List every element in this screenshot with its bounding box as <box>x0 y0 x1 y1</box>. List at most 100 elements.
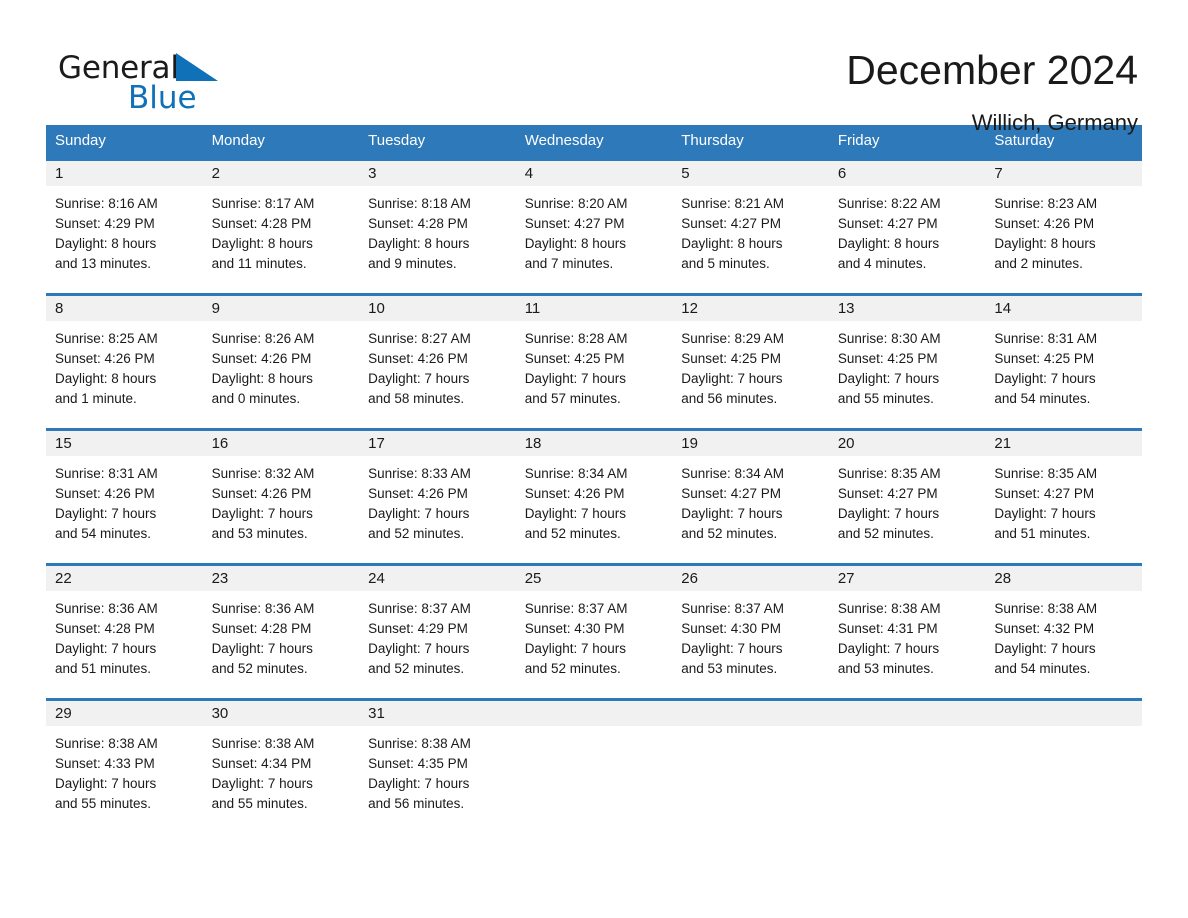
day-cell[interactable]: 15 Sunrise: 8:31 AM Sunset: 4:26 PM Dayl… <box>46 428 203 565</box>
day-cell[interactable]: 11 Sunrise: 8:28 AM Sunset: 4:25 PM Dayl… <box>515 293 673 430</box>
day-details: Sunrise: 8:36 AM Sunset: 4:28 PM Dayligh… <box>46 591 203 679</box>
daylight-text-line1: Daylight: 7 hours <box>524 641 626 656</box>
week-row: 15 Sunrise: 8:31 AM Sunset: 4:26 PM Dayl… <box>46 428 1142 565</box>
sunrise-sunset-calendar: Sunday Monday Tuesday Wednesday Thursday… <box>46 125 1142 833</box>
daylight-text-line2: and 55 minutes. <box>837 391 934 406</box>
day-details: Sunrise: 8:38 AM Sunset: 4:32 PM Dayligh… <box>985 591 1142 679</box>
logo-text-blue: Blue <box>128 80 197 116</box>
daylight-text-line2: and 9 minutes. <box>368 256 457 271</box>
week-row: 22 Sunrise: 8:36 AM Sunset: 4:28 PM Dayl… <box>46 563 1142 700</box>
day-details: Sunrise: 8:37 AM Sunset: 4:30 PM Dayligh… <box>672 591 829 679</box>
day-details: Sunrise: 8:31 AM Sunset: 4:26 PM Dayligh… <box>46 456 203 544</box>
sunset-text: Sunset: 4:26 PM <box>368 351 468 366</box>
day-cell[interactable]: 5 Sunrise: 8:21 AM Sunset: 4:27 PM Dayli… <box>672 158 829 295</box>
sunset-text: Sunset: 4:27 PM <box>681 486 782 501</box>
day-cell[interactable]: 22 Sunrise: 8:36 AM Sunset: 4:28 PM Dayl… <box>46 563 203 700</box>
day-cell[interactable]: 24 Sunrise: 8:37 AM Sunset: 4:29 PM Dayl… <box>359 563 516 700</box>
sunset-text: Sunset: 4:25 PM <box>994 351 1095 366</box>
daylight-text-line2: and 52 minutes. <box>681 526 778 541</box>
daylight-text-line1: Daylight: 7 hours <box>681 371 783 386</box>
daylight-text-line2: and 54 minutes. <box>994 391 1091 406</box>
day-details: Sunrise: 8:31 AM Sunset: 4:25 PM Dayligh… <box>985 321 1142 409</box>
sunrise-text: Sunrise: 8:38 AM <box>837 601 941 616</box>
day-details: Sunrise: 8:18 AM Sunset: 4:28 PM Dayligh… <box>359 186 516 274</box>
day-details <box>985 726 1142 734</box>
sunrise-text: Sunrise: 8:38 AM <box>211 736 315 751</box>
day-cell[interactable]: 7 Sunrise: 8:23 AM Sunset: 4:26 PM Dayli… <box>985 158 1142 295</box>
day-number: 23 <box>202 566 360 591</box>
daylight-text-line2: and 52 minutes. <box>211 661 308 676</box>
sunset-text: Sunset: 4:29 PM <box>368 621 468 636</box>
day-cell[interactable]: 9 Sunrise: 8:26 AM Sunset: 4:26 PM Dayli… <box>202 293 360 430</box>
sunrise-text: Sunrise: 8:23 AM <box>994 196 1098 211</box>
daylight-text-line2: and 54 minutes. <box>994 661 1091 676</box>
day-number: 24 <box>359 566 516 591</box>
daylight-text-line2: and 11 minutes. <box>211 256 307 271</box>
sunrise-text: Sunrise: 8:22 AM <box>837 196 941 211</box>
day-cell[interactable]: 6 Sunrise: 8:22 AM Sunset: 4:27 PM Dayli… <box>828 158 986 295</box>
sunset-text: Sunset: 4:26 PM <box>211 351 312 366</box>
day-details: Sunrise: 8:20 AM Sunset: 4:27 PM Dayligh… <box>516 186 673 274</box>
daylight-text-line1: Daylight: 8 hours <box>368 236 470 251</box>
daylight-text-line2: and 52 minutes. <box>368 661 465 676</box>
day-cell[interactable]: 26 Sunrise: 8:37 AM Sunset: 4:30 PM Dayl… <box>672 563 829 700</box>
sunset-text: Sunset: 4:26 PM <box>211 486 312 501</box>
sunrise-text: Sunrise: 8:17 AM <box>211 196 315 211</box>
day-cell[interactable]: 8 Sunrise: 8:25 AM Sunset: 4:26 PM Dayli… <box>46 293 203 430</box>
day-cell[interactable]: 4 Sunrise: 8:20 AM Sunset: 4:27 PM Dayli… <box>515 158 673 295</box>
daylight-text-line1: Daylight: 7 hours <box>837 641 940 656</box>
calendar-page: General Blue December 2024 Willich, Germ… <box>0 0 1188 918</box>
day-details: Sunrise: 8:37 AM Sunset: 4:30 PM Dayligh… <box>516 591 673 679</box>
daylight-text-line2: and 2 minutes. <box>994 256 1083 271</box>
day-number: 27 <box>828 566 986 591</box>
sunrise-text: Sunrise: 8:36 AM <box>211 601 315 616</box>
day-number: 29 <box>46 701 203 726</box>
day-cell[interactable]: 25 Sunrise: 8:37 AM Sunset: 4:30 PM Dayl… <box>515 563 673 700</box>
day-cell[interactable]: 12 Sunrise: 8:29 AM Sunset: 4:25 PM Dayl… <box>672 293 829 430</box>
day-number: 25 <box>515 566 673 591</box>
sunrise-text: Sunrise: 8:30 AM <box>837 331 941 346</box>
day-number: 21 <box>985 431 1142 456</box>
day-cell[interactable]: 13 Sunrise: 8:30 AM Sunset: 4:25 PM Dayl… <box>828 293 986 430</box>
day-cell[interactable]: 20 Sunrise: 8:35 AM Sunset: 4:27 PM Dayl… <box>828 428 986 565</box>
day-number: 8 <box>46 296 203 321</box>
generalblue-logo[interactable]: General Blue <box>46 46 246 122</box>
day-number: 12 <box>672 296 829 321</box>
daylight-text-line2: and 1 minute. <box>55 391 137 406</box>
day-cell[interactable]: 21 Sunrise: 8:35 AM Sunset: 4:27 PM Dayl… <box>985 428 1142 565</box>
day-cell[interactable]: 17 Sunrise: 8:33 AM Sunset: 4:26 PM Dayl… <box>359 428 516 565</box>
daylight-text-line2: and 7 minutes. <box>524 256 614 271</box>
daylight-text-line2: and 55 minutes. <box>211 796 308 811</box>
day-cell[interactable]: 10 Sunrise: 8:27 AM Sunset: 4:26 PM Dayl… <box>359 293 516 430</box>
daylight-text-line1: Daylight: 7 hours <box>211 641 313 656</box>
sunset-text: Sunset: 4:29 PM <box>55 216 155 231</box>
day-cell[interactable]: 19 Sunrise: 8:34 AM Sunset: 4:27 PM Dayl… <box>672 428 829 565</box>
daylight-text-line2: and 54 minutes. <box>55 526 152 541</box>
day-cell[interactable]: 14 Sunrise: 8:31 AM Sunset: 4:25 PM Dayl… <box>985 293 1142 430</box>
day-details: Sunrise: 8:38 AM Sunset: 4:34 PM Dayligh… <box>203 726 360 814</box>
logo-triangle-icon <box>175 53 218 81</box>
day-cell[interactable]: 3 Sunrise: 8:18 AM Sunset: 4:28 PM Dayli… <box>359 158 516 295</box>
daylight-text-line2: and 4 minutes. <box>837 256 927 271</box>
day-cell[interactable]: 16 Sunrise: 8:32 AM Sunset: 4:26 PM Dayl… <box>202 428 360 565</box>
day-cell[interactable]: 29 Sunrise: 8:38 AM Sunset: 4:33 PM Dayl… <box>46 698 203 833</box>
day-number: 17 <box>359 431 516 456</box>
day-cell[interactable]: 23 Sunrise: 8:36 AM Sunset: 4:28 PM Dayl… <box>202 563 360 700</box>
day-number: 11 <box>515 296 673 321</box>
day-cell[interactable]: 2 Sunrise: 8:17 AM Sunset: 4:28 PM Dayli… <box>202 158 360 295</box>
daylight-text-line2: and 55 minutes. <box>55 796 152 811</box>
day-cell[interactable]: 31 Sunrise: 8:38 AM Sunset: 4:35 PM Dayl… <box>359 698 516 833</box>
day-cell[interactable]: 18 Sunrise: 8:34 AM Sunset: 4:26 PM Dayl… <box>515 428 673 565</box>
day-cell[interactable]: 1 Sunrise: 8:16 AM Sunset: 4:29 PM Dayli… <box>46 158 203 295</box>
day-details: Sunrise: 8:23 AM Sunset: 4:26 PM Dayligh… <box>985 186 1142 274</box>
sunset-text: Sunset: 4:32 PM <box>994 621 1095 636</box>
day-cell[interactable]: 27 Sunrise: 8:38 AM Sunset: 4:31 PM Dayl… <box>828 563 986 700</box>
day-number: 13 <box>828 296 986 321</box>
day-cell[interactable]: 28 Sunrise: 8:38 AM Sunset: 4:32 PM Dayl… <box>985 563 1142 700</box>
sunrise-text: Sunrise: 8:26 AM <box>211 331 315 346</box>
day-cell[interactable]: 30 Sunrise: 8:38 AM Sunset: 4:34 PM Dayl… <box>202 698 360 833</box>
day-number: 14 <box>985 296 1142 321</box>
day-details: Sunrise: 8:26 AM Sunset: 4:26 PM Dayligh… <box>203 321 360 409</box>
sunrise-text: Sunrise: 8:16 AM <box>55 196 158 211</box>
sunrise-text: Sunrise: 8:21 AM <box>681 196 785 211</box>
